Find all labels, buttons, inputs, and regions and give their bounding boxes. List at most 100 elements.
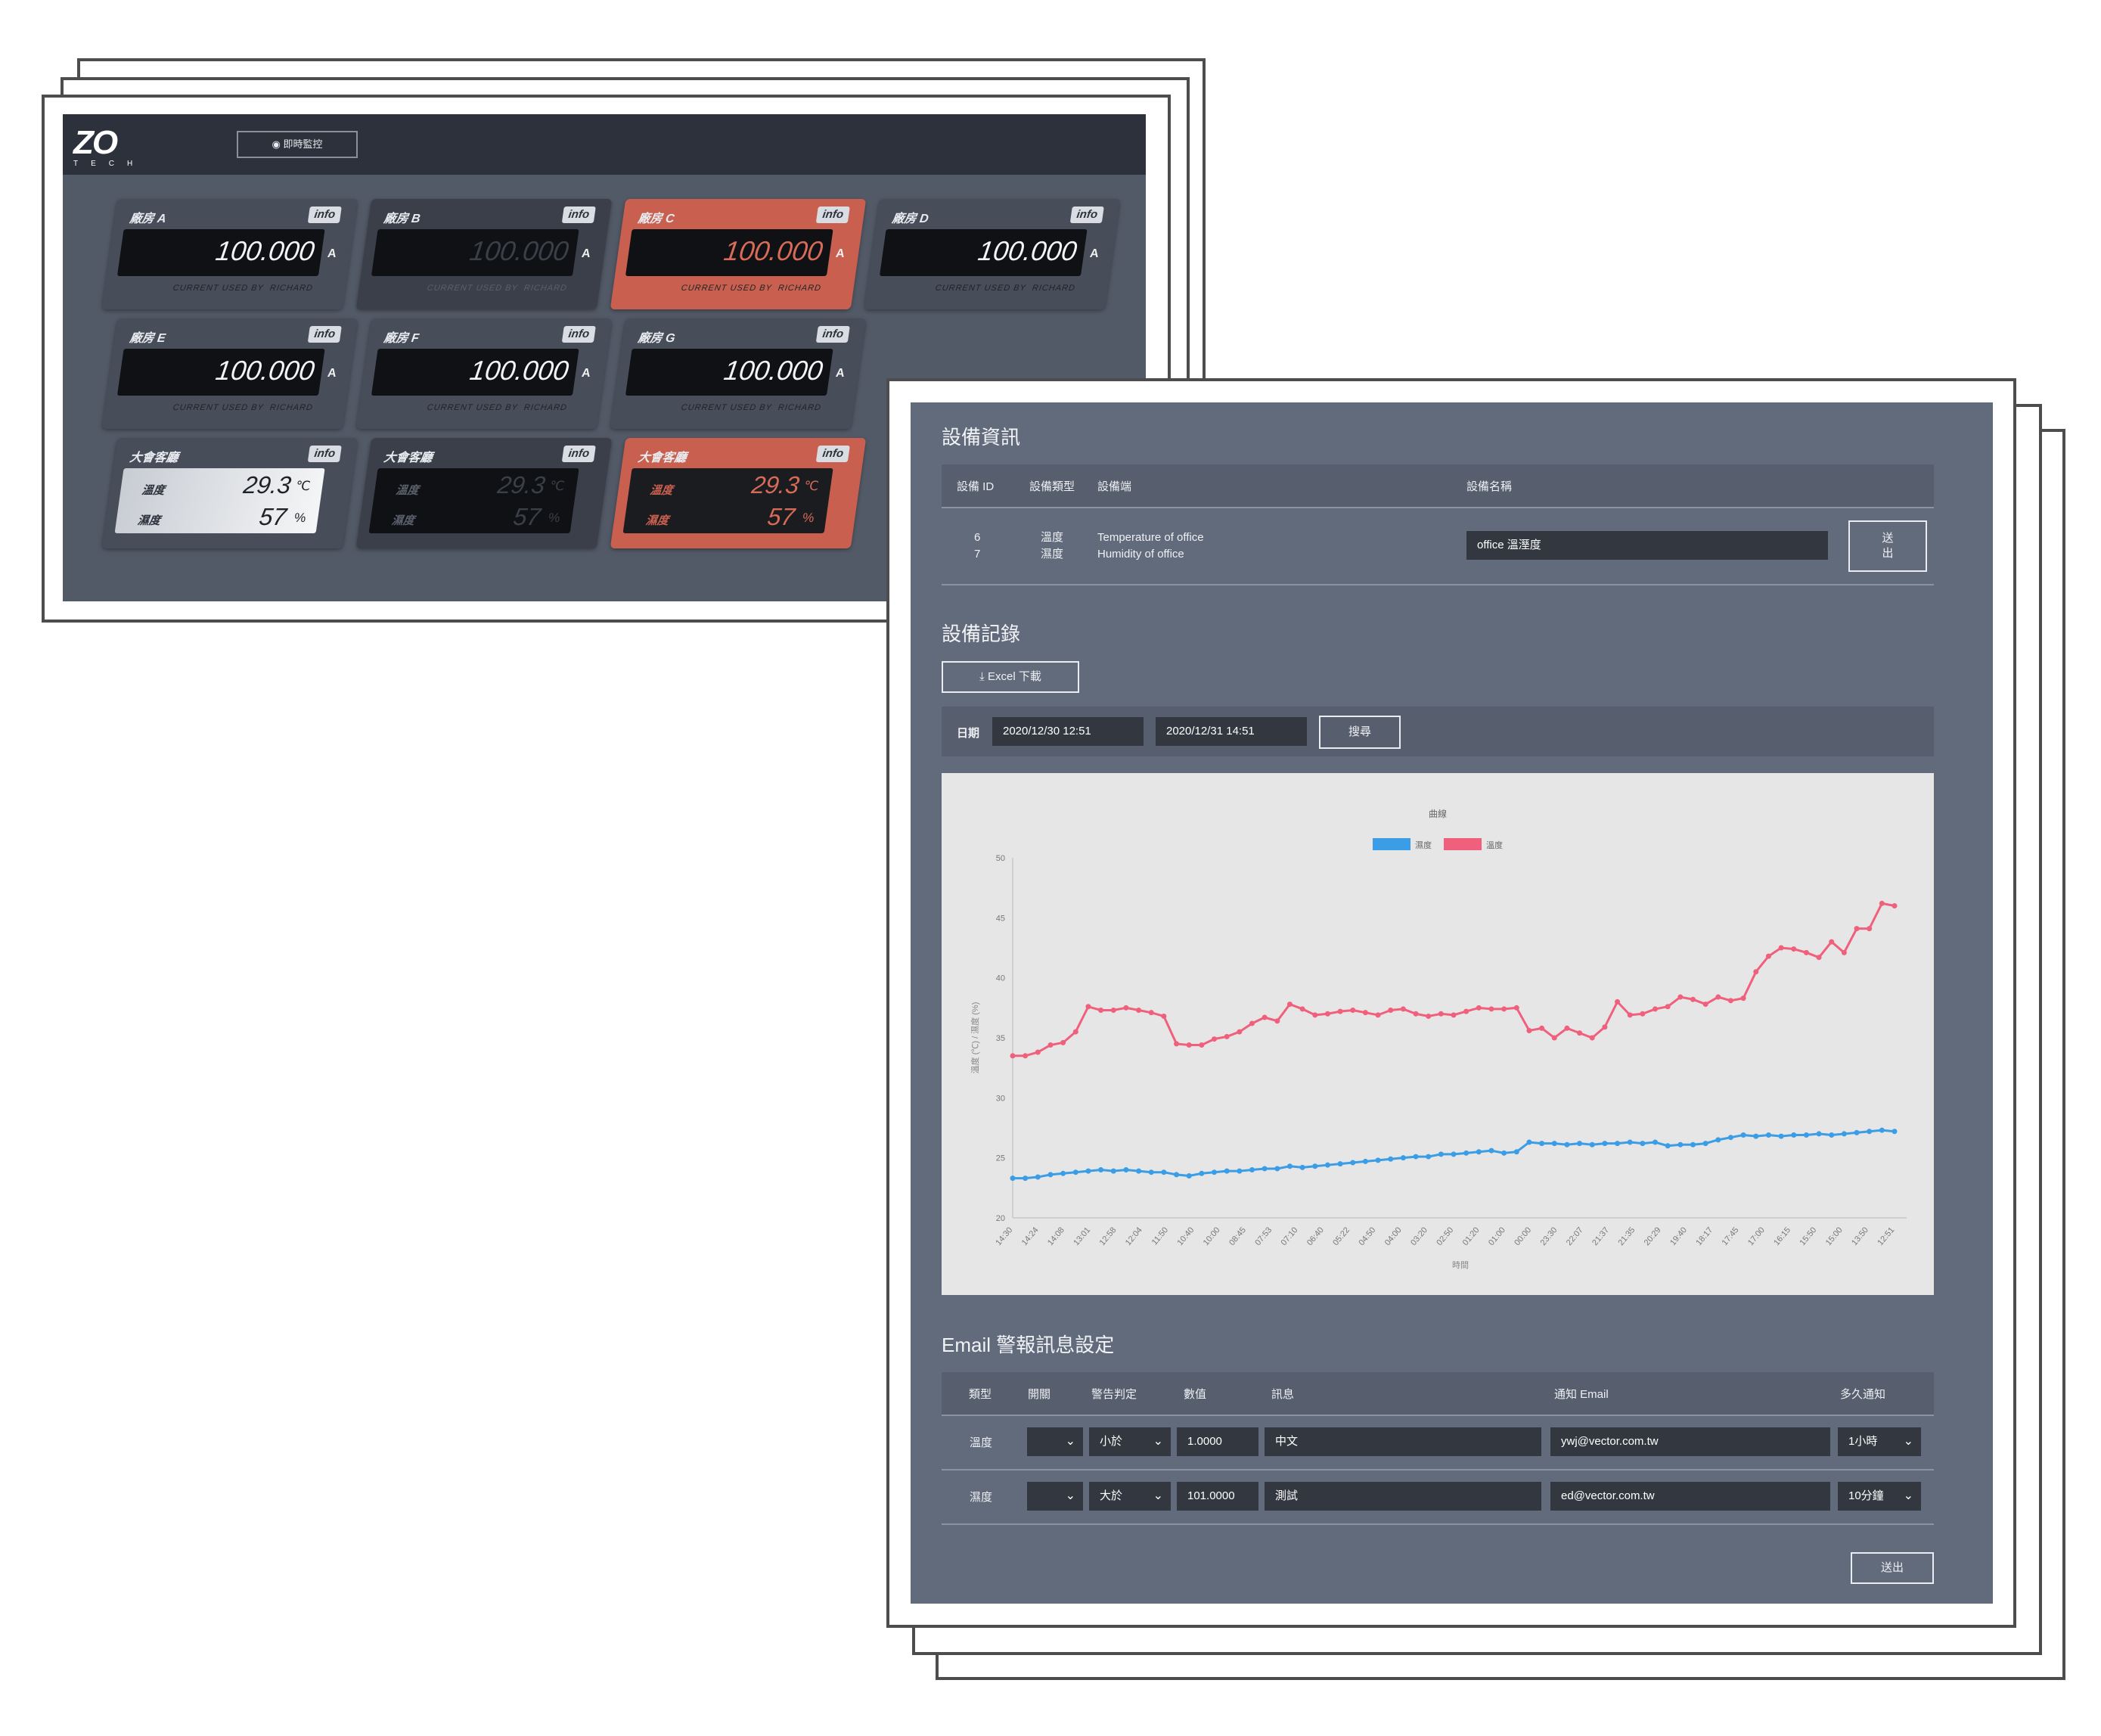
environment-card[interactable]: 大會客廳 info 溫度 29.3 ℃ 濕度 57% <box>101 438 358 548</box>
judge-value: 大於 <box>1100 1489 1123 1502</box>
temperature-label: 溫度 <box>141 484 166 497</box>
header-device-type: 設備類型 <box>1029 480 1075 493</box>
current-unit: A <box>1088 247 1100 260</box>
data-point <box>1262 1014 1268 1020</box>
data-point <box>1715 994 1721 1000</box>
data-point <box>1072 1029 1078 1035</box>
data-point <box>1199 1170 1205 1176</box>
info-button[interactable]: info <box>307 326 342 343</box>
info-button[interactable]: info <box>561 207 596 223</box>
email-alert-title: Email 警報訊息設定 <box>942 1334 1115 1356</box>
data-point <box>1161 1169 1167 1175</box>
interval-select[interactable]: 10分鐘 ⌄ <box>1838 1482 1921 1511</box>
info-button[interactable]: info <box>815 207 850 223</box>
realtime-monitor-button[interactable]: ◉ 即時監控 <box>237 131 358 158</box>
current-user: RICHARD <box>523 284 568 293</box>
info-button[interactable]: info <box>1069 207 1104 223</box>
data-point <box>1501 1006 1507 1012</box>
machine-card[interactable]: 廠房 C info 100.000 A CURRENT USED BY RICHARD <box>610 199 867 309</box>
data-point <box>1262 1166 1268 1172</box>
divider <box>942 584 1934 585</box>
data-point <box>1286 1002 1293 1008</box>
x-tick-label: 01:20 <box>1461 1225 1482 1247</box>
info-button[interactable]: info <box>307 446 342 462</box>
info-button[interactable]: info <box>561 326 596 343</box>
chevron-down-icon: ⌄ <box>1153 1435 1163 1448</box>
x-tick-label: 21:37 <box>1590 1225 1611 1247</box>
info-button[interactable]: info <box>815 446 850 462</box>
environment-card[interactable]: 大會客廳 info 溫度 29.3 ℃ 濕度 57% <box>610 438 867 548</box>
data-point <box>1602 1024 1608 1030</box>
machine-card[interactable]: 廠房 F info 100.000 A CURRENT USED BY RICHARD <box>355 318 613 429</box>
machine-card[interactable]: 廠房 G info 100.000 A CURRENT USED BY RICHARD <box>610 318 867 429</box>
data-point <box>1816 1131 1822 1137</box>
data-point <box>1615 998 1621 1005</box>
temperature-value: 29.3 <box>241 471 293 498</box>
data-point <box>1337 1008 1343 1014</box>
current-used-label: CURRENT USED BY <box>172 284 265 293</box>
divider <box>942 1469 1934 1470</box>
y-tick-label: 25 <box>996 1154 1005 1163</box>
switch-select[interactable]: ⌄ <box>1027 1482 1083 1511</box>
data-point <box>1702 1002 1708 1008</box>
info-button[interactable]: info <box>307 207 342 223</box>
email-input[interactable]: ed@vector.com.tw <box>1550 1482 1830 1511</box>
data-point <box>1212 1169 1218 1175</box>
humidity-value: 57 <box>765 503 797 530</box>
switch-select[interactable]: ⌄ <box>1027 1427 1083 1456</box>
message-input[interactable]: 中文 <box>1265 1427 1541 1456</box>
device-id: 7 <box>974 548 981 561</box>
machine-card[interactable]: 廠房 E info 100.000 A CURRENT USED BY RICHARD <box>101 318 358 429</box>
x-tick-label: 12:04 <box>1124 1225 1144 1247</box>
current-used-label: CURRENT USED BY <box>426 403 519 412</box>
current-value: 100.000 <box>722 355 825 386</box>
logo-text: ZO <box>73 124 118 161</box>
interval-select[interactable]: 1小時 ⌄ <box>1838 1427 1921 1456</box>
legend-swatch <box>1373 838 1410 850</box>
date-to-input[interactable]: 2020/12/31 14:51 <box>1156 717 1307 746</box>
machine-card[interactable]: 廠房 B info 100.000 A CURRENT USED BY RICHARD <box>355 199 613 309</box>
x-tick-label: 14:24 <box>1020 1225 1041 1247</box>
info-button[interactable]: info <box>815 326 850 343</box>
machine-name: 廠房 D <box>891 213 929 225</box>
data-point <box>1161 1013 1167 1019</box>
interval-value: 10分鐘 <box>1848 1489 1884 1502</box>
threshold-input[interactable]: 101.0000 <box>1177 1482 1258 1511</box>
data-point <box>1577 1141 1583 1147</box>
excel-download-button[interactable]: ⤓ Excel 下載 <box>942 661 1079 693</box>
email-table-header: 類型 開關 警告判定 數值 訊息 通知 Email 多久通知 <box>942 1372 1934 1415</box>
judge-select[interactable]: 小於 ⌄ <box>1089 1427 1171 1456</box>
date-from-input[interactable]: 2020/12/30 12:51 <box>992 717 1144 746</box>
judge-select[interactable]: 大於 ⌄ <box>1089 1482 1171 1511</box>
data-point <box>1072 1169 1078 1175</box>
humidity-unit: % <box>547 511 561 525</box>
data-point <box>1010 1175 1016 1182</box>
environment-card[interactable]: 大會客廳 info 溫度 29.3 ℃ 濕度 57% <box>355 438 613 548</box>
data-point <box>1224 1168 1230 1174</box>
current-display: 100.000 <box>625 349 833 396</box>
info-button[interactable]: info <box>561 446 596 462</box>
x-tick-label: 20:29 <box>1643 1225 1663 1247</box>
data-point <box>1035 1174 1041 1180</box>
machine-card[interactable]: 廠房 A info 100.000 A CURRENT USED BY RICHARD <box>101 199 358 309</box>
current-used-by: CURRENT USED BY RICHARD <box>681 403 822 412</box>
data-point <box>1047 1172 1054 1178</box>
humidity-value: 57 <box>257 503 289 530</box>
interval-value: 1小時 <box>1848 1435 1878 1448</box>
device-end: Humidity of office <box>1097 548 1184 561</box>
data-point <box>1035 1049 1041 1055</box>
device-end: Temperature of office <box>1097 531 1204 544</box>
sensor-name: 大會客廳 <box>637 452 687 464</box>
search-button[interactable]: 搜尋 <box>1319 716 1401 749</box>
current-used-by: CURRENT USED BY RICHARD <box>172 284 314 293</box>
email-submit-button[interactable]: 送出 <box>1851 1552 1934 1584</box>
message-input[interactable]: 測試 <box>1265 1482 1541 1511</box>
email-input[interactable]: ywj@vector.com.tw <box>1550 1427 1830 1456</box>
current-unit: A <box>580 247 591 260</box>
machine-card[interactable]: 廠房 D info 100.000 A CURRENT USED BY RICHARD <box>864 199 1121 309</box>
records-chart: 曲線 濕度 溫度 20 25 30 35 40 45 50 溫度 (℃) / 濕度 (%) 14:30… <box>942 773 1934 1295</box>
threshold-input[interactable]: 1.0000 <box>1177 1427 1258 1456</box>
data-point <box>1640 1011 1646 1017</box>
device-name-input[interactable]: office 溫溼度 <box>1466 531 1828 560</box>
device-submit-button[interactable]: 送出 <box>1848 520 1927 572</box>
